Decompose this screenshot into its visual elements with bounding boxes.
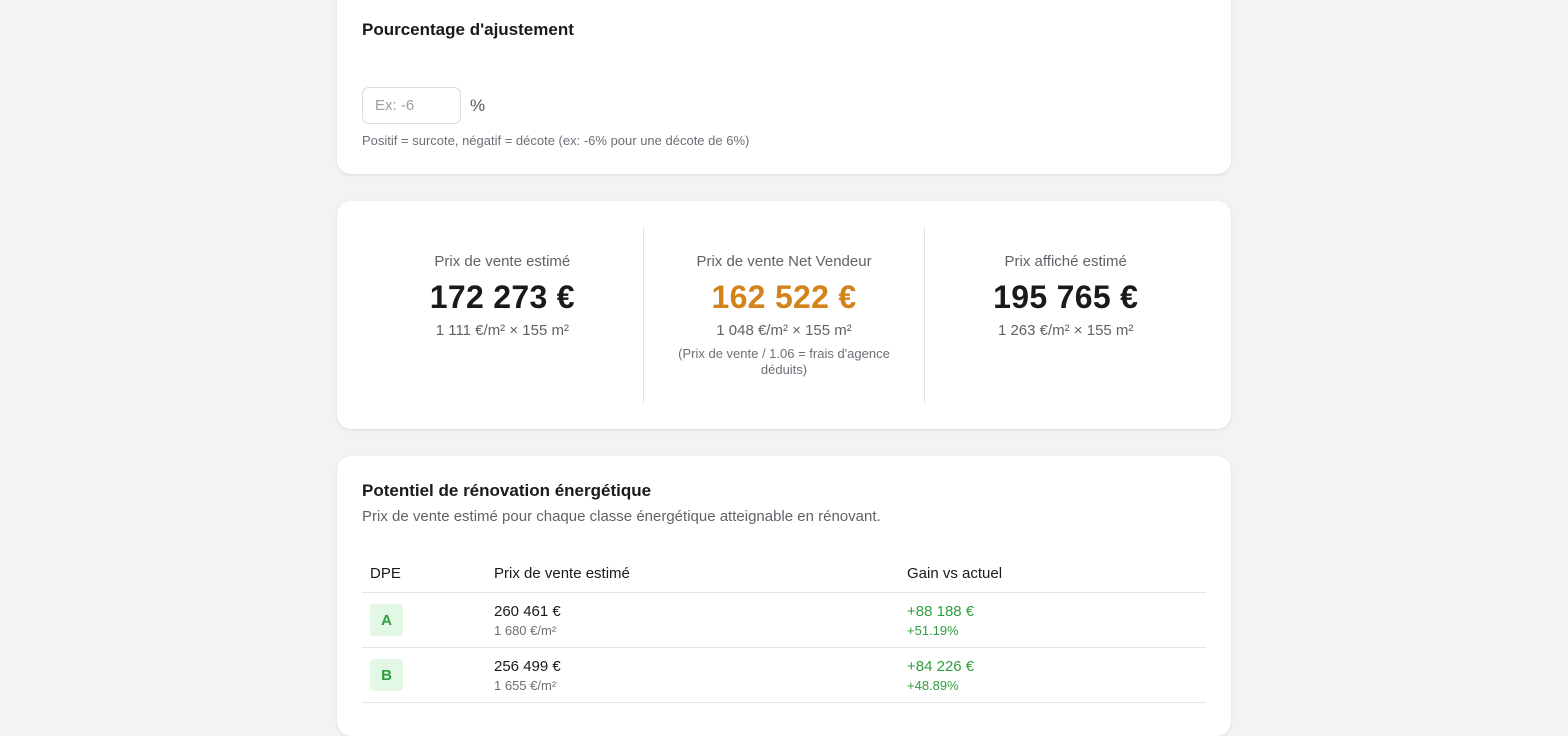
- column-header-gain: Gain vs actuel: [907, 565, 1003, 582]
- price-note: (Prix de vente / 1.06 = frais d'agence d…: [678, 346, 890, 377]
- dpe-badge: B: [370, 659, 403, 691]
- price-label: Prix de vente estimé: [434, 253, 571, 270]
- price-label: Prix affiché estimé: [1004, 253, 1127, 270]
- adjustment-percent-input[interactable]: [362, 87, 461, 124]
- renovation-subtitle: Prix de vente estimé pour chaque classe …: [362, 508, 881, 525]
- table-row: A 260 461 € 1 680 €/m² +88 188 € +51.19%: [362, 593, 1206, 648]
- row-gain: +84 226 €: [907, 657, 975, 675]
- price-summary-card: Prix de vente estimé 172 273 € 1 111 €/m…: [337, 201, 1231, 429]
- adjustment-card: Pourcentage d'ajustement % Positif = sur…: [337, 0, 1231, 174]
- table-header: DPE Prix de vente estimé Gain vs actuel: [362, 555, 1206, 593]
- price-calculation: 1 111 €/m² × 155 m²: [435, 322, 569, 339]
- column-header-dpe: DPE: [370, 565, 401, 582]
- listed-price-block: Prix affiché estimé 195 765 € 1 263 €/m²…: [924, 226, 1206, 404]
- row-price: 256 499 €: [494, 657, 561, 675]
- row-price-per-m2: 1 655 €/m²: [494, 677, 557, 693]
- row-gain-percent: +48.89%: [907, 677, 959, 693]
- percent-unit: %: [470, 95, 486, 115]
- adjustment-input-row: %: [362, 87, 485, 124]
- adjustment-hint: Positif = surcote, négatif = décote (ex:…: [362, 133, 750, 148]
- row-price-per-m2: 1 680 €/m²: [494, 622, 557, 638]
- row-gain-percent: +51.19%: [907, 622, 959, 638]
- row-gain: +88 188 €: [907, 602, 975, 620]
- estimated-sale-price-block: Prix de vente estimé 172 273 € 1 111 €/m…: [362, 226, 643, 404]
- price-value: 172 273 €: [429, 279, 575, 315]
- column-header-price: Prix de vente estimé: [494, 565, 630, 582]
- price-calculation: 1 263 €/m² × 155 m²: [997, 322, 1134, 339]
- renovation-table: DPE Prix de vente estimé Gain vs actuel …: [362, 555, 1206, 703]
- adjustment-title: Pourcentage d'ajustement: [362, 20, 574, 39]
- net-seller-price-block: Prix de vente Net Vendeur 162 522 € 1 04…: [642, 226, 925, 404]
- price-label: Prix de vente Net Vendeur: [696, 253, 872, 270]
- row-price: 260 461 €: [494, 602, 561, 620]
- price-value: 195 765 €: [993, 279, 1139, 315]
- renovation-card: Potentiel de rénovation énergétique Prix…: [337, 456, 1231, 736]
- dpe-badge: A: [370, 604, 403, 636]
- table-row: B 256 499 € 1 655 €/m² +84 226 € +48.89%: [362, 648, 1206, 703]
- price-calculation: 1 048 €/m² × 155 m²: [716, 322, 852, 339]
- renovation-title: Potentiel de rénovation énergétique: [362, 481, 652, 500]
- price-value: 162 522 €: [711, 279, 857, 315]
